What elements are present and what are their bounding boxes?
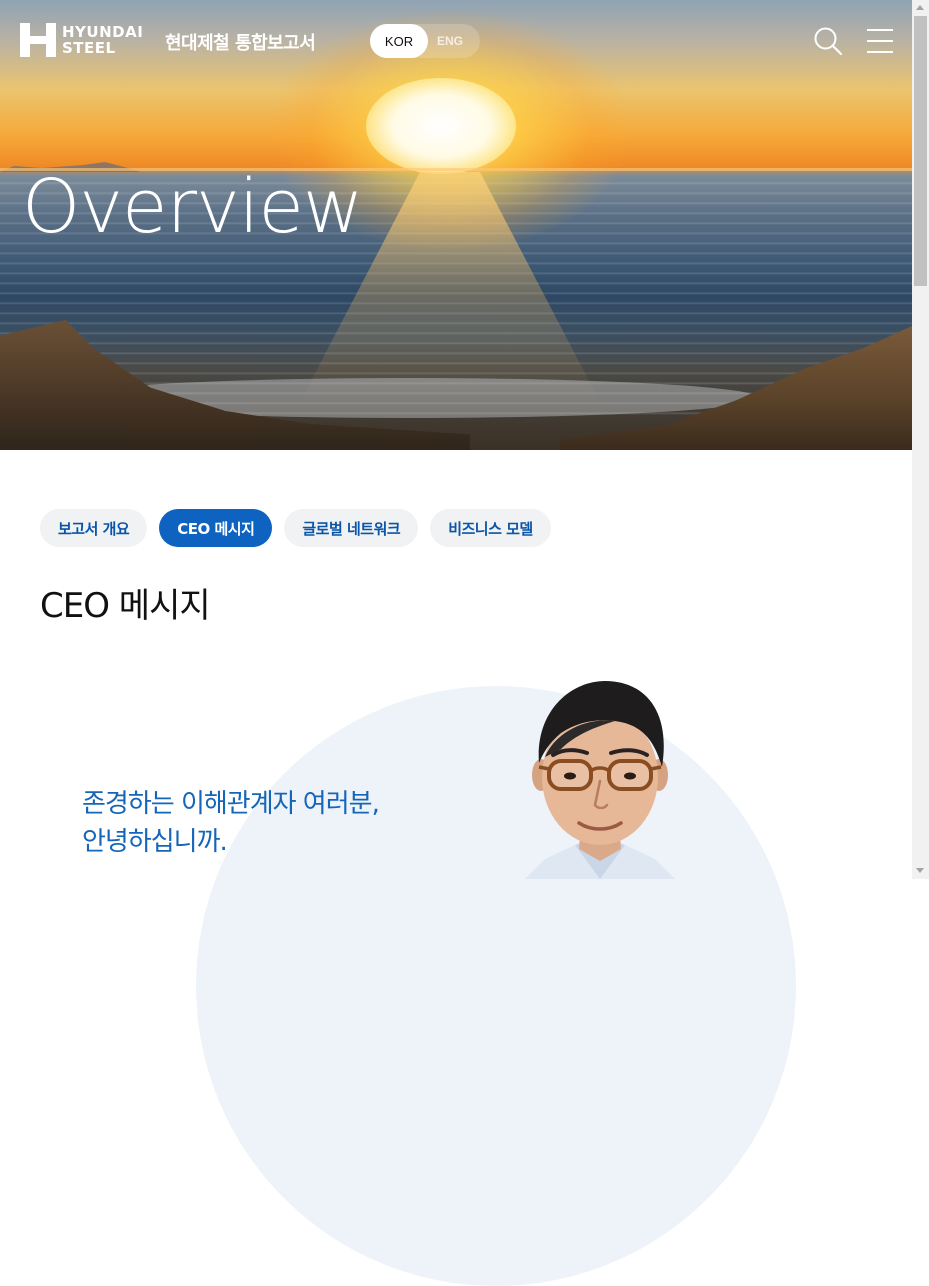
tab-business-model[interactable]: 비즈니스 모델 (430, 509, 551, 547)
hero-banner: Overview (0, 0, 912, 450)
hyundai-steel-logo[interactable]: HYUNDAI STEEL (20, 23, 143, 57)
logo-wordmark: HYUNDAI STEEL (62, 24, 143, 56)
decorative-circle (196, 686, 796, 1286)
ceo-greeting: 존경하는 이해관계자 여러분, 안녕하십니까. (82, 785, 380, 861)
section-title: CEO 메시지 (40, 586, 211, 626)
greeting-line-1: 존경하는 이해관계자 여러분, (82, 789, 380, 819)
hamburger-menu-icon[interactable] (866, 28, 894, 54)
tab-report-overview[interactable]: 보고서 개요 (40, 509, 148, 547)
scroll-up-arrow-icon[interactable] (916, 5, 924, 10)
tab-global-network[interactable]: 글로벌 네트워크 (284, 509, 419, 547)
hero-title: Overview (22, 164, 363, 250)
logo-h-mark-icon (20, 23, 56, 57)
greeting-line-2: 안녕하십니까. (82, 827, 228, 857)
search-icon[interactable] (813, 26, 843, 56)
logo-line1: HYUNDAI (62, 23, 144, 41)
language-toggle: KOR ENG (370, 24, 480, 58)
ceo-portrait (525, 681, 675, 879)
lang-kor-button[interactable]: KOR (370, 24, 428, 58)
scroll-down-arrow-icon[interactable] (916, 868, 924, 873)
overview-tabs: 보고서 개요 CEO 메시지 글로벌 네트워크 비즈니스 모델 (40, 509, 551, 547)
sun (366, 78, 516, 174)
lang-eng-button[interactable]: ENG (428, 24, 472, 58)
scroll-thumb[interactable] (914, 16, 927, 286)
tab-ceo-message[interactable]: CEO 메시지 (159, 509, 273, 547)
logo-line2: STEEL (62, 39, 116, 57)
page-scrollbar[interactable] (912, 0, 929, 879)
report-title[interactable]: 현대제철 통합보고서 (165, 29, 316, 55)
